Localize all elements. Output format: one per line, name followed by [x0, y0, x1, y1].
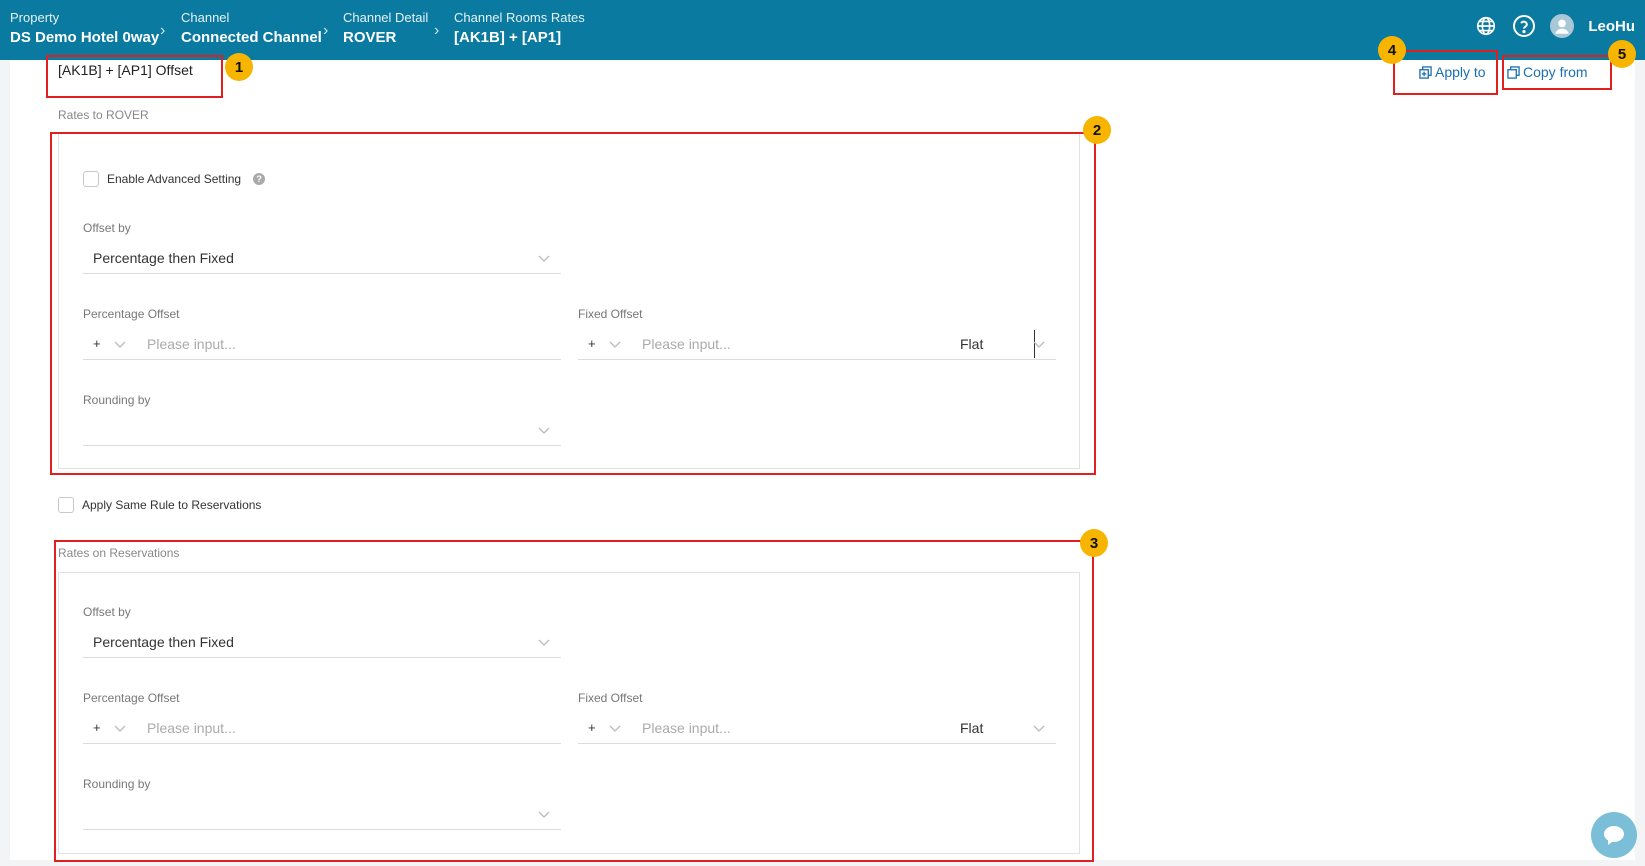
- user-name[interactable]: LeoHu: [1588, 18, 1635, 35]
- annotation-box-4: [1393, 50, 1498, 95]
- breadcrumb-value: ROVER: [343, 29, 397, 46]
- breadcrumb-property[interactable]: Property DS Demo Hotel 0way: [10, 10, 159, 46]
- apply-same-rule-checkbox[interactable]: [58, 497, 74, 513]
- breadcrumb-value: DS Demo Hotel 0way: [10, 29, 160, 46]
- breadcrumb-label: Channel Rooms Rates: [454, 10, 585, 25]
- breadcrumb-separator-icon: ›: [160, 22, 166, 39]
- annotation-badge-1: 1: [225, 53, 253, 81]
- help-icon[interactable]: [1512, 14, 1536, 38]
- breadcrumb-value: Connected Channel: [181, 29, 322, 46]
- breadcrumb-label: Channel Detail: [343, 10, 429, 25]
- top-icons: LeoHu: [1474, 14, 1635, 38]
- rates-to-section-label: Rates to ROVER: [58, 108, 149, 122]
- globe-icon[interactable]: [1474, 14, 1498, 38]
- annotation-badge-4: 4: [1378, 36, 1406, 64]
- annotation-box-5: [1502, 55, 1612, 90]
- breadcrumb-label: Property: [10, 10, 60, 25]
- avatar[interactable]: [1550, 14, 1575, 38]
- annotation-badge-3: 3: [1080, 529, 1108, 557]
- annotation-badge-2: 2: [1083, 116, 1111, 144]
- breadcrumb-separator-icon: ›: [323, 22, 329, 39]
- breadcrumb-channel-rooms-rates[interactable]: Channel Rooms Rates [AK1B] + [AP1]: [454, 10, 585, 46]
- annotation-badge-5: 5: [1608, 40, 1636, 68]
- breadcrumb-label: Channel: [181, 10, 230, 25]
- apply-same-rule[interactable]: Apply Same Rule to Reservations: [58, 497, 261, 513]
- chat-bubble-icon: [1604, 826, 1624, 845]
- annotation-box-2: [50, 132, 1096, 475]
- breadcrumb-separator-icon: ›: [434, 22, 440, 39]
- annotation-box-1: [46, 55, 223, 98]
- chat-button[interactable]: [1591, 812, 1637, 858]
- annotation-box-3: [54, 540, 1094, 862]
- breadcrumb-value: [AK1B] + [AP1]: [454, 29, 562, 46]
- apply-same-rule-label: Apply Same Rule to Reservations: [82, 498, 262, 512]
- breadcrumb-channel[interactable]: Channel Connected Channel: [181, 10, 322, 46]
- breadcrumb-channel-detail[interactable]: Channel Detail ROVER: [343, 10, 428, 46]
